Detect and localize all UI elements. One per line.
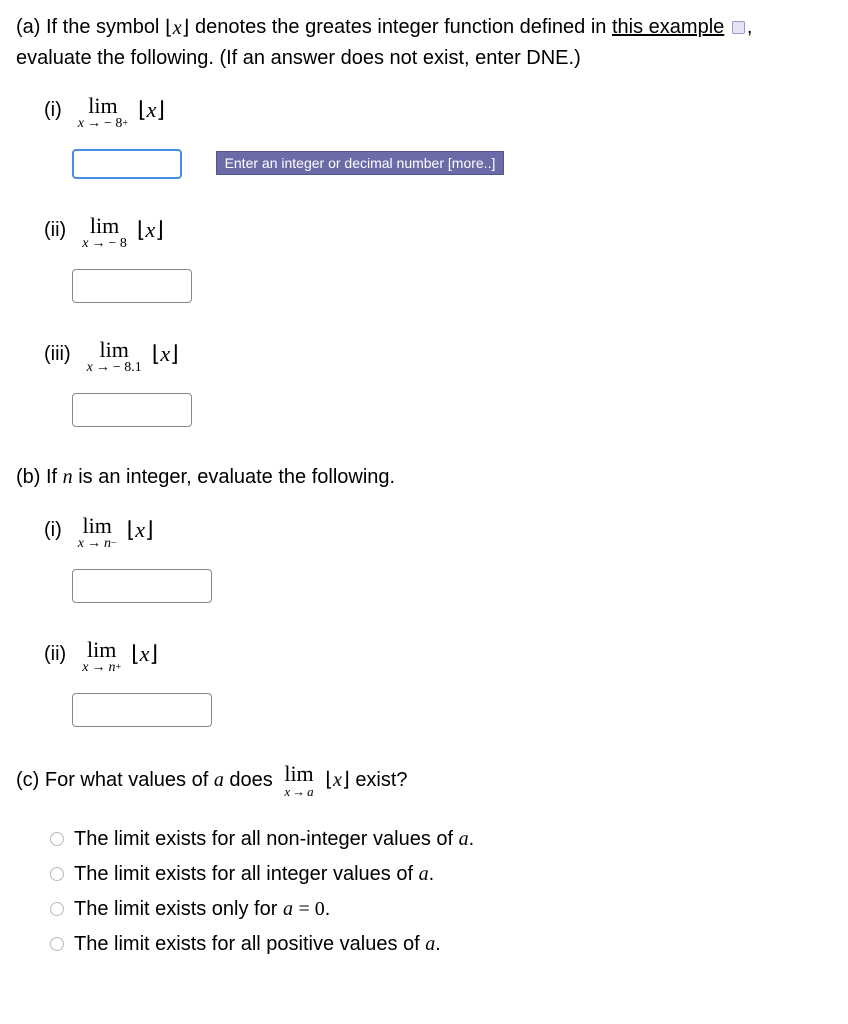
answer-input-a-ii[interactable] — [72, 269, 192, 303]
floor-x: ⌊x⌋ — [137, 215, 164, 243]
lim-notation-inline: lim x→a — [284, 763, 313, 798]
answer-input-b-ii[interactable] — [72, 693, 212, 727]
limit-expression: (ii) lim x→− 8 ⌊x⌋ — [44, 215, 832, 251]
part-a-iii: (iii) lim x→− 8.1 ⌊x⌋ — [44, 339, 832, 431]
part-b-ii: (ii) lim x→n+ ⌊x⌋ — [44, 639, 832, 731]
part-b-i: (i) lim x→n− ⌊x⌋ — [44, 515, 832, 607]
answer-input-b-i[interactable] — [72, 569, 212, 603]
option-3[interactable]: The limit exists only for a = 0. — [50, 898, 832, 921]
answer-input-a-iii[interactable] — [72, 393, 192, 427]
lim-notation: lim x→n− — [78, 515, 117, 551]
lim-notation: lim x→− 8 — [82, 215, 127, 251]
part-b-intro: (b) If n is an integer, evaluate the fol… — [16, 463, 832, 491]
option-1[interactable]: The limit exists for all non-integer val… — [50, 828, 832, 851]
option-4[interactable]: The limit exists for all positive values… — [50, 933, 832, 956]
option-2[interactable]: The limit exists for all integer values … — [50, 863, 832, 886]
limit-expression: (iii) lim x→− 8.1 ⌊x⌋ — [44, 339, 832, 375]
lim-notation: lim x→n+ — [82, 639, 121, 675]
example-link[interactable]: this example — [612, 16, 724, 38]
part-c-intro: (c) For what values of a does lim x→a ⌊x… — [16, 763, 832, 798]
part-c-options: The limit exists for all non-integer val… — [50, 828, 832, 956]
external-link-icon[interactable] — [732, 21, 745, 34]
limit-expression: (ii) lim x→n+ ⌊x⌋ — [44, 639, 832, 675]
floor-x: ⌊x⌋ — [127, 515, 154, 543]
roman-label: (i) — [44, 95, 62, 122]
roman-label: (ii) — [44, 639, 66, 666]
roman-label: (i) — [44, 515, 62, 542]
limit-expression: (i) lim x→n− ⌊x⌋ — [44, 515, 832, 551]
floor-x-inline: ⌊x⌋ — [325, 766, 350, 794]
roman-label: (ii) — [44, 215, 66, 242]
radio-option-1[interactable] — [50, 832, 64, 846]
roman-label: (iii) — [44, 339, 71, 366]
limit-expression: (i) lim x→− 8+ ⌊x⌋ — [44, 95, 832, 131]
floor-x: ⌊x⌋ — [138, 95, 165, 123]
lim-notation: lim x→− 8+ — [78, 95, 128, 131]
floor-x: ⌊x⌋ — [131, 639, 158, 667]
part-a-intro: (a) If the symbol ⌊x⌋ denotes the greate… — [16, 12, 832, 73]
part-a-ii: (ii) lim x→− 8 ⌊x⌋ — [44, 215, 832, 307]
part-a-text-1: (a) If the symbol — [16, 16, 165, 38]
radio-option-3[interactable] — [50, 902, 64, 916]
part-a-text-2: denotes the greates integer function def… — [195, 16, 612, 38]
floor-x: ⌊x⌋ — [152, 339, 179, 367]
radio-option-2[interactable] — [50, 867, 64, 881]
answer-input-a-i[interactable] — [72, 149, 182, 179]
lim-notation: lim x→− 8.1 — [87, 339, 142, 375]
floor-symbol: ⌊x⌋ — [165, 13, 190, 43]
part-a-i: (i) lim x→− 8+ ⌊x⌋ Enter an integer or d… — [44, 95, 832, 183]
radio-option-4[interactable] — [50, 937, 64, 951]
input-tooltip: Enter an integer or decimal number [more… — [216, 151, 505, 175]
